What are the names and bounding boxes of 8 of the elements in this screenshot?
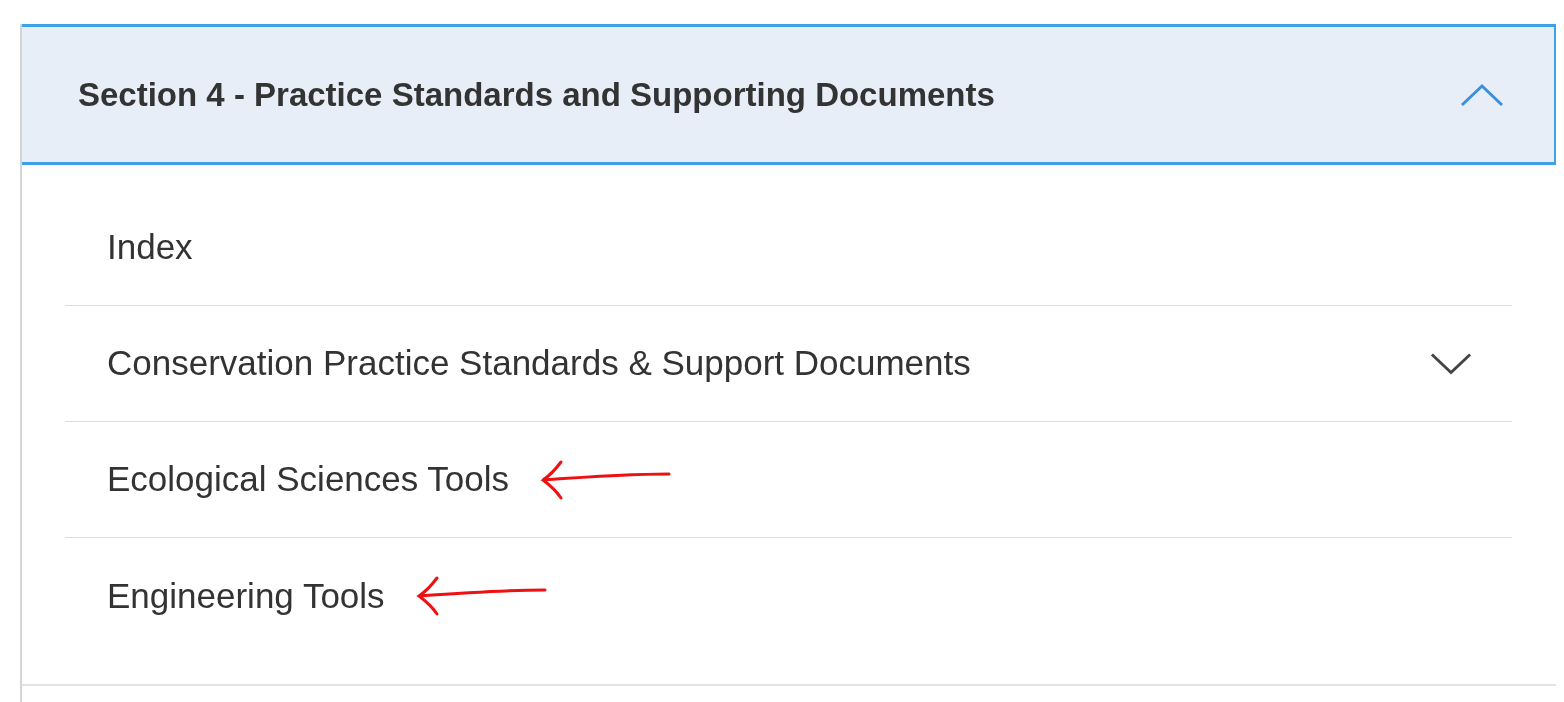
accordion-header[interactable]: Section 4 - Practice Standards and Supporting Documents xyxy=(22,24,1556,165)
menu-link[interactable]: Conservation Practice Standards & Support Documents xyxy=(107,337,971,390)
expand-chevron-icon[interactable] xyxy=(1430,351,1472,376)
menu-link[interactable]: Engineering Tools xyxy=(107,569,385,623)
section-title: Section 4 - Practice Standards and Supporting Documents xyxy=(78,74,995,115)
menu-link[interactable]: Ecological Sciences Tools xyxy=(107,453,510,506)
collapse-chevron-icon[interactable] xyxy=(1460,82,1504,107)
menu-link[interactable]: Index xyxy=(107,220,193,274)
